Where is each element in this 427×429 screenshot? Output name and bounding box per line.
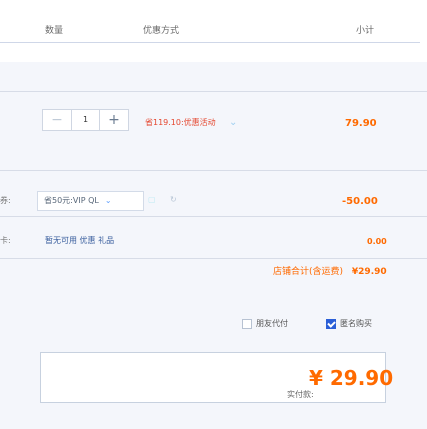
gift-amount: 0.00 [367,237,387,246]
plus-icon: + [108,112,120,128]
plus-button[interactable]: + [100,110,128,130]
coupon-select[interactable]: 省50元:VIP QL ⌄ [37,191,144,211]
gift-label: 卡: [0,236,11,245]
header-quantity: 数量 [45,26,64,36]
divider [0,258,427,259]
shop-total: 店铺合计(含运费) ¥29.90 [273,266,387,278]
divider [0,91,427,92]
options-row: 朋友代付 匿名购买 [0,317,427,333]
header-promotion: 优惠方式 [143,26,180,36]
quantity-stepper[interactable]: − 1 + [42,109,129,131]
chevron-down-icon: ⌄ [104,196,112,205]
header-subtotal: 小计 [356,26,375,36]
coupon-label: 券: [0,196,11,205]
option-label[interactable]: 匿名购买 [340,319,372,329]
shop-total-value: ¥29.90 [351,267,387,277]
quantity-value[interactable]: 1 [71,110,100,130]
minus-button[interactable]: − [43,110,71,130]
checkbox-icon[interactable] [326,319,336,329]
refresh-icon[interactable]: ↻ [170,196,177,204]
checkbox-icon[interactable] [242,319,252,329]
payment-box: 实付款: ¥ 29.90 [40,352,393,403]
cart-header: 数量 优惠方式 小计 [0,0,427,62]
divider [0,170,427,171]
minus-icon: − [51,112,63,128]
coupon-discount: -50.00 [342,196,378,207]
gift-text[interactable]: 暂无可用 优惠 礼品 [45,236,114,246]
header-rule [0,42,420,43]
ticket-icon[interactable]: ▢ [148,196,156,204]
option-label[interactable]: 朋友代付 [256,319,288,329]
item-price: 79.90 [345,118,377,129]
coupon-selected: 省50元:VIP QL [44,196,99,205]
shop-total-label: 店铺合计(含运费) [273,267,344,277]
promotion-select[interactable]: 省119.10:优惠活动 [145,118,216,128]
chevron-down-icon[interactable]: ⌄ [229,118,237,128]
payment-amount: ¥ 29.90 [309,366,394,390]
divider [0,216,427,217]
payment-label: 实付款: [287,390,314,399]
